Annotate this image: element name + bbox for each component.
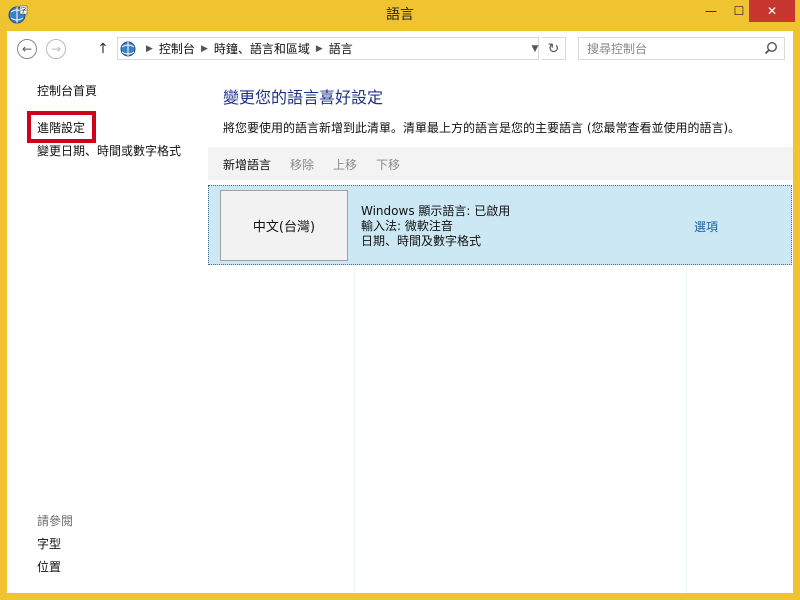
- arrow-left-icon: ←: [21, 42, 33, 56]
- language-list: 中文(台灣) Windows 顯示語言: 已啟用 輸入法: 微軟注音 日期、時間…: [208, 185, 793, 593]
- refresh-button[interactable]: ↻: [542, 37, 566, 60]
- search-input[interactable]: 搜尋控制台: [578, 37, 785, 60]
- language-toolbar: 新增語言 移除 上移 下移: [208, 147, 793, 180]
- language-location-icon: [120, 41, 136, 56]
- remove-button[interactable]: 移除: [290, 156, 314, 173]
- language-row[interactable]: 中文(台灣) Windows 顯示語言: 已啟用 輸入法: 微軟注音 日期、時間…: [208, 185, 792, 265]
- input-method: 輸入法: 微軟注音: [361, 219, 453, 233]
- forward-button[interactable]: →: [46, 39, 66, 59]
- breadcrumb-language[interactable]: 語言: [329, 40, 353, 57]
- breadcrumb-separator-icon: ▶: [200, 43, 208, 54]
- move-down-button[interactable]: 下移: [376, 156, 400, 173]
- refresh-icon: ↻: [547, 40, 560, 57]
- sidebar: 控制台首頁 進階設定 變更日期、時間或數字格式 請參閱 字型 位置: [7, 67, 207, 593]
- window-title: 語言: [386, 7, 414, 23]
- minimize-button[interactable]: —: [697, 0, 725, 22]
- date-time-format-label: 日期、時間及數字格式: [361, 234, 482, 248]
- language-options-link[interactable]: 選項: [694, 218, 718, 235]
- address-bar-row: ← → ↑ ▶ 控制台 ▶ 時鐘、語言和區域 ▶ 語言 ▼ ↻ 搜尋控制台: [7, 31, 793, 67]
- back-button[interactable]: ←: [17, 39, 37, 59]
- move-up-button[interactable]: 上移: [333, 156, 357, 173]
- sidebar-item-change-date-format[interactable]: 變更日期、時間或數字格式: [37, 142, 181, 159]
- arrow-right-icon: →: [50, 42, 62, 56]
- highlight-annotation-box: [27, 111, 96, 143]
- content-area: 控制台首頁 進階設定 變更日期、時間或數字格式 請參閱 字型 位置 變更您的語言…: [7, 67, 793, 593]
- up-button[interactable]: ↑: [95, 39, 111, 59]
- breadcrumb-control-panel[interactable]: 控制台: [159, 40, 195, 57]
- page-description: 將您要使用的語言新增到此清單。清單最上方的語言是您的主要語言 (您最常查看並使用…: [223, 121, 741, 135]
- display-language-status: Windows 顯示語言: 已啟用: [361, 204, 511, 218]
- close-button[interactable]: ✕: [749, 0, 795, 22]
- search-placeholder: 搜尋控制台: [587, 42, 648, 56]
- see-also-heading: 請參閱: [37, 514, 74, 528]
- address-dropdown-button[interactable]: ▼: [528, 37, 542, 60]
- see-also-location-link[interactable]: 位置: [37, 558, 61, 575]
- title-bar: 字 語言 — ☐ ✕: [0, 0, 800, 31]
- page-title: 變更您的語言喜好設定: [223, 88, 384, 107]
- language-details: Windows 顯示語言: 已啟用 輸入法: 微軟注音 日期、時間及數字格式: [361, 204, 510, 249]
- arrow-up-icon: ↑: [97, 41, 109, 57]
- window: 字 語言 — ☐ ✕ ← → ↑ ▶ 控制台 ▶ 時鐘、語言和區域 ▶ 語言 ▼…: [0, 0, 800, 600]
- breadcrumb-separator-icon: ▶: [315, 43, 323, 54]
- add-language-button[interactable]: 新增語言: [223, 156, 271, 173]
- breadcrumb-separator-icon: ▶: [146, 43, 153, 54]
- sidebar-item-control-panel-home[interactable]: 控制台首頁: [37, 82, 97, 99]
- chevron-down-icon: ▼: [531, 43, 539, 54]
- search-icon[interactable]: [764, 41, 778, 55]
- language-tile[interactable]: 中文(台灣): [220, 190, 348, 261]
- breadcrumb-clock-language-region[interactable]: 時鐘、語言和區域: [214, 40, 310, 57]
- address-box[interactable]: ▶ 控制台 ▶ 時鐘、語言和區域 ▶ 語言: [117, 37, 539, 60]
- see-also-fonts-link[interactable]: 字型: [37, 535, 61, 552]
